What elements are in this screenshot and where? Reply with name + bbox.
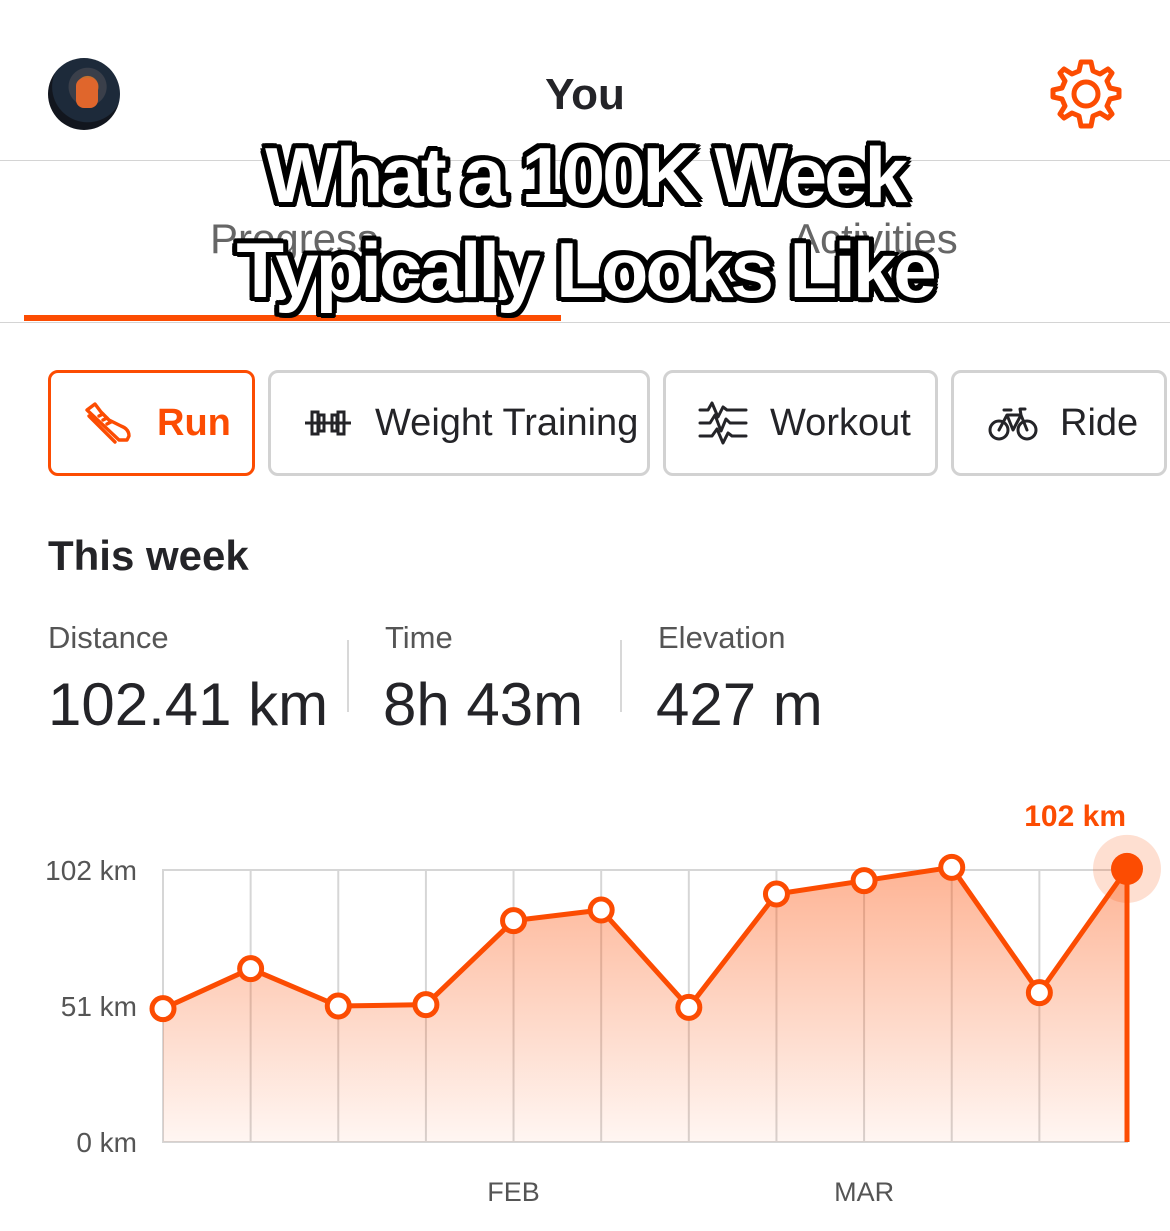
- data-point: [324, 992, 352, 1020]
- y-tick-label: 51 km: [61, 991, 137, 1022]
- data-point: [500, 907, 528, 935]
- filter-chip-run[interactable]: Run: [48, 370, 255, 476]
- overlay-caption-line-2: Typically Looks Like: [236, 226, 936, 314]
- stat-label-elevation: Elevation: [658, 620, 786, 655]
- filter-chip-ride[interactable]: Ride: [951, 370, 1167, 476]
- stat-value-time: 8h 43m: [383, 671, 584, 738]
- stat-divider: [347, 640, 349, 712]
- filter-chip-label: Run: [157, 401, 231, 444]
- x-tick-label: MAR: [834, 1177, 894, 1207]
- gear-icon[interactable]: [1048, 56, 1124, 132]
- stat-label-distance: Distance: [48, 620, 169, 655]
- data-point: [587, 896, 615, 924]
- highlight-value-label: 102 km: [1024, 800, 1126, 833]
- data-point: [938, 853, 966, 881]
- stat-label-time: Time: [385, 620, 453, 655]
- stat-divider: [620, 640, 622, 712]
- bike-icon: [988, 407, 1038, 441]
- data-point: [675, 993, 703, 1021]
- highlight-point: [1111, 852, 1143, 885]
- dumbbell-icon: [305, 410, 351, 436]
- workout-wave-icon: [698, 401, 748, 445]
- x-tick-label: FEB: [487, 1177, 540, 1207]
- data-point: [237, 955, 265, 983]
- stat-value-elevation: 427 m: [656, 671, 823, 738]
- stat-value-distance: 102.41 km: [48, 671, 329, 738]
- page-title: You: [545, 70, 625, 119]
- data-point: [850, 867, 878, 895]
- data-point: [1025, 979, 1053, 1007]
- this-week-title: This week: [48, 532, 249, 579]
- filter-chip-workout[interactable]: Workout: [663, 370, 938, 476]
- data-point: [762, 880, 790, 908]
- filter-chip-label: Ride: [1060, 401, 1139, 444]
- weekly-distance-chart[interactable]: 102 km 51 km 0 km FEB MAR 102 km: [0, 790, 1170, 1231]
- filter-chip-weight-training[interactable]: Weight Training: [268, 370, 650, 476]
- filter-chip-label: Workout: [770, 401, 911, 444]
- overlay-caption-line-1: What a 100K Week: [265, 131, 908, 219]
- data-point: [149, 995, 177, 1023]
- filter-chip-label: Weight Training: [375, 401, 639, 444]
- tabs-divider: [0, 322, 1170, 323]
- shoe-icon: [85, 402, 131, 444]
- y-tick-label: 102 km: [45, 855, 137, 886]
- data-point: [412, 991, 440, 1019]
- y-tick-label: 0 km: [76, 1127, 137, 1158]
